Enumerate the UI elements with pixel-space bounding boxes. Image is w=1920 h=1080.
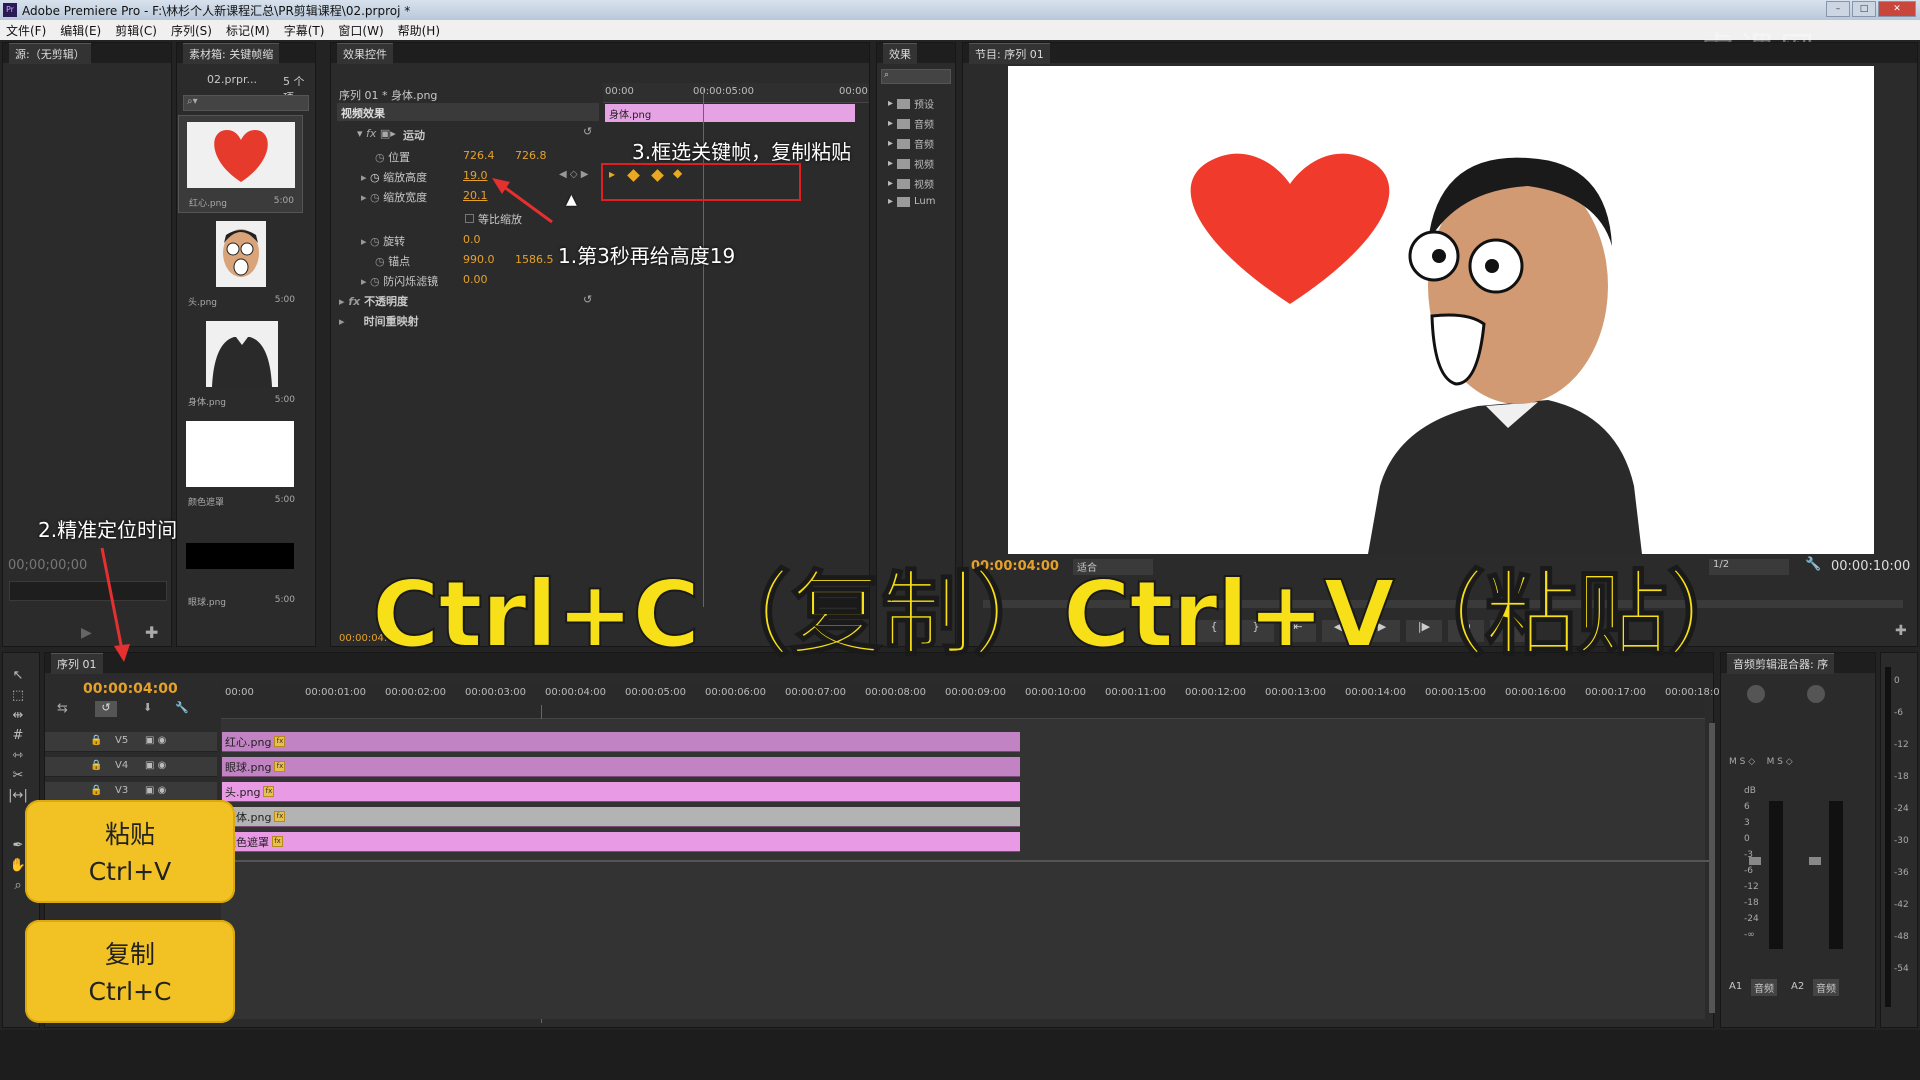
paste-title: 粘贴 (104, 820, 155, 849)
db-scale-label: -12 (1894, 740, 1909, 750)
db-scale-label: -24 (1894, 804, 1909, 814)
db-scale-label: 0 (1894, 676, 1900, 686)
db-scale-label: 3 (1744, 818, 1750, 828)
paste-key: Ctrl+V (88, 857, 172, 886)
db-scale-label: -30 (1894, 836, 1909, 846)
db-scale-label: -18 (1744, 898, 1759, 908)
db-scale-label: -48 (1894, 932, 1909, 942)
copy-title: 复制 (104, 940, 155, 969)
mouse-cursor-icon: ▲ (566, 192, 577, 208)
db-scale-label: -6 (1894, 708, 1903, 718)
db-scale-label: -6 (1744, 866, 1753, 876)
copy-callout: 复制 Ctrl+C (25, 920, 235, 1023)
db-scale-label: -18 (1894, 772, 1909, 782)
db-scale-label: -12 (1744, 882, 1759, 892)
db-scale-label: -3 (1744, 850, 1753, 860)
big-caption: Ctrl+C（复制）Ctrl+V（粘贴） (371, 560, 1760, 669)
status-bar (0, 1030, 1920, 1080)
db-scale-label: -24 (1744, 914, 1759, 924)
copy-key: Ctrl+C (88, 977, 172, 1006)
db-scale-label: dB (1744, 786, 1756, 796)
db-scale-label: 0 (1744, 834, 1750, 844)
db-scale-label: -36 (1894, 868, 1909, 878)
db-scale-label: -54 (1894, 964, 1909, 974)
paste-callout: 粘贴 Ctrl+V (25, 800, 235, 903)
db-scale-label: 6 (1744, 802, 1750, 812)
db-scale-label: -42 (1894, 900, 1909, 910)
db-scale-label: -∞ (1744, 930, 1755, 940)
